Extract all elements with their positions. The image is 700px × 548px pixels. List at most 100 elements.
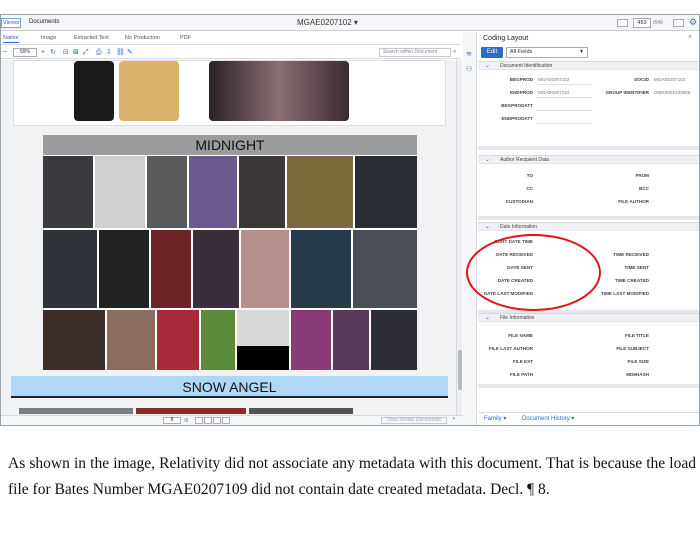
label-file-ext: FILE EXT [512,359,533,364]
tab-no-production[interactable]: No Production [125,35,160,41]
prev-page-button[interactable] [204,417,212,424]
search-icon[interactable]: ⌕ [453,48,456,57]
coding-layout-panel: Coding Layout × Edit All Fields ▼ ⌄ Docu… [478,32,699,425]
section-title: File Information [500,315,535,321]
doc-position-input[interactable]: 453 [633,18,651,28]
label-to: TO [526,173,533,178]
close-icon[interactable]: × [688,34,692,41]
label-group-identifier: GROUP IDENTIFIER [605,90,649,95]
zoom-select[interactable]: 59% [13,48,37,57]
section-header[interactable]: ⌄ File Information [478,313,699,322]
first-page-button[interactable] [195,417,203,424]
document-history-dropdown[interactable]: Document History ▾ [522,415,574,422]
label-file-size: FILE SIZE [627,359,649,364]
value-endprod: MGAE0207110 [538,90,570,95]
runway-image [209,61,349,121]
label-time-created: TIME CREATED [614,278,649,283]
tab-pdf[interactable]: PDF [180,35,191,41]
chevron-down-icon: ▼ [579,49,584,55]
section-header[interactable]: ⌄ Date Information [478,222,699,231]
value-begprod: MGAE0207102 [538,77,570,82]
label-time-sent: TIME SENT [624,265,649,270]
panel-icon-strip: ≋ ⚇ [463,32,477,425]
next-page-strip-3 [249,408,353,414]
label-time-last-modified: TIME LAST MODIFIED [601,291,649,296]
prev-doc-button[interactable] [617,19,628,27]
label-file-last-author: FILE LAST AUTHOR [489,346,533,351]
fit-page-icon[interactable]: ⊠ [73,48,79,57]
download-icon[interactable]: ⇩ [106,48,112,57]
next-page-strip [19,408,133,414]
section-header[interactable]: ⌄ Document Identification [478,61,699,70]
snow-angel-banner: SNOW ANGEL [11,376,448,398]
next-page-strip-2 [136,408,246,414]
fullscreen-icon[interactable]: ⤢ [83,48,89,57]
fields-select[interactable]: All Fields ▼ [506,47,588,58]
print-icon[interactable]: ⎙ [96,48,102,57]
tab-image[interactable]: Image [41,35,56,41]
chevron-down-icon: ⌄ [485,315,491,321]
label-file-title: FILE TITLE [625,333,649,338]
label-md5hash: MD5HASH [626,372,649,377]
viewer-scrollbar-thumb[interactable] [458,350,462,390]
section-title: Document Identification [500,63,553,69]
section-header[interactable]: ⌄ Author Recipient Data [478,155,699,164]
viewer-toolbar: − 59% + ↻ ⊟ ⊠ ⤢ ⎙ ⇩ ⛓ ✎ Search within Do… [1,46,461,59]
document-title-dropdown[interactable]: MGAE0207102 ▾ [297,18,358,27]
tab-native[interactable]: Native [3,35,19,43]
chevron-down-icon: ⌄ [485,63,491,69]
midnight-moodboard: MIDNIGHT [43,135,417,370]
zoom-in-icon[interactable]: + [41,48,45,57]
label-file-path: FILE PATH [509,372,533,377]
rotate-icon[interactable]: ↻ [50,48,56,57]
page-total: /8 [184,418,189,424]
next-doc-button[interactable] [673,19,684,27]
edit-button[interactable]: Edit [481,47,503,58]
view-similar-documents-button[interactable]: View Similar Documents [381,417,447,424]
boots-image-gold [119,61,179,121]
value-docid: MGAE0207102 [654,77,686,82]
divider [478,216,699,220]
next-page-button[interactable] [213,417,221,424]
gear-icon[interactable]: ⚙ [689,17,697,28]
label-begprod: BEGPROD [509,77,533,82]
section-file-information: ⌄ File Information FILE NAME FILE TITLE … [478,313,699,393]
label-file-name: FILE NAME [508,333,533,338]
page-number-input[interactable]: 8 [163,417,181,424]
people-icon[interactable]: ⚇ [466,65,472,73]
section-document-identification: ⌄ Document Identification BEGPROD MGAE02… [478,61,699,146]
boots-image-black [74,61,114,121]
layers-icon[interactable]: ≋ [466,50,472,58]
section-title: Author Recipient Data [500,157,549,163]
viewer-bottom-bar: 8 /8 View Similar Documents ◔ [1,415,463,425]
divider [478,384,699,388]
value-group-identifier: DMG0002133896 [654,90,691,95]
link-icon[interactable]: ⛓ [116,48,125,57]
viewer-scrollbar[interactable] [456,60,462,425]
label-time-received: TIME RECEIVED [613,252,649,257]
label-bcc: BCC [639,186,649,191]
section-author-recipient: ⌄ Author Recipient Data TO FROM CC BCC C… [478,155,699,217]
edit-icon[interactable]: ✎ [127,48,133,57]
label-endprodatt: ENDPRODATT [501,116,533,121]
documents-link[interactable]: Documents [29,19,59,25]
tab-extracted-text[interactable]: Extracted Text [74,35,109,41]
fields-select-value: All Fields [510,49,533,55]
divider [478,146,699,150]
help-icon[interactable]: ◔ [451,416,455,423]
label-custodian: CUSTODIAN [505,199,533,204]
viewer-button[interactable]: Viewer [1,18,21,28]
top-bar: Viewer Documents MGAE0207102 ▾ 453 /649 … [1,15,699,31]
relativity-screenshot: Viewer Documents MGAE0207102 ▾ 453 /649 … [0,14,700,426]
family-dropdown[interactable]: Family ▾ [484,415,506,422]
label-endprod: ENDPROD [510,90,533,95]
label-file-author: FILE AUTHOR [618,199,649,204]
panel-title: Coding Layout [483,35,529,42]
zoom-out-icon[interactable]: − [3,48,7,57]
fit-width-icon[interactable]: ⊟ [63,48,69,57]
document-viewer[interactable]: MIDNIGHT SNOW ANGEL [1,60,456,425]
last-page-button[interactable] [222,417,230,424]
search-within-document-input[interactable]: Search within Document [379,48,451,57]
viewer-tabs: Native Image Extracted Text No Productio… [1,32,461,45]
label-cc: CC [526,186,533,191]
